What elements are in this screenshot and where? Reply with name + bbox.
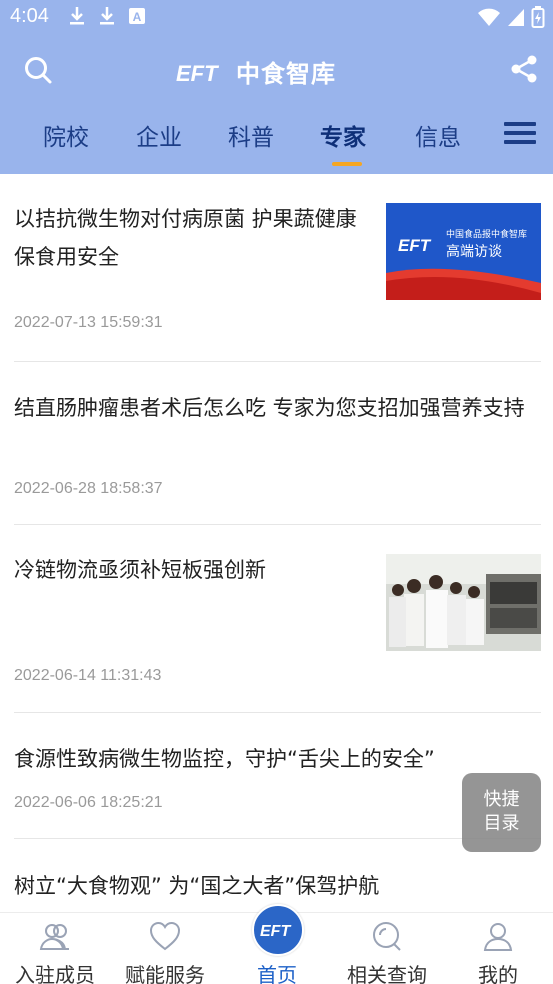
eft-logo-icon: EFT xyxy=(260,923,291,940)
status-notifications: A xyxy=(68,6,146,26)
home-logo-icon[interactable]: EFT xyxy=(252,904,304,956)
article-thumbnail[interactable] xyxy=(386,554,541,651)
banner-line1: 中国食品报中食智库 xyxy=(446,230,528,240)
search-icon xyxy=(25,57,52,84)
divider xyxy=(14,361,541,362)
keyboard-a-icon: A xyxy=(129,8,145,24)
menu-button[interactable] xyxy=(504,122,536,148)
download-icon xyxy=(70,7,84,25)
bottom-nav-label: 相关查询 xyxy=(347,963,427,984)
quick-menu-button[interactable]: 快捷 目录 xyxy=(462,773,541,852)
article-thumbnail[interactable]: EFT 中国食品报中食智库 高端访谈 xyxy=(386,203,541,300)
svg-text:A: A xyxy=(133,10,142,24)
signal-icon xyxy=(508,9,524,26)
tab-experts[interactable]: 专家 xyxy=(320,118,366,152)
eft-logo-icon: EFT xyxy=(176,61,219,85)
wifi-icon xyxy=(478,8,500,26)
download-icon xyxy=(100,7,114,25)
bottom-nav-label: 我的 xyxy=(478,963,518,984)
article-time: 2022-06-28 18:58:37 xyxy=(14,480,163,497)
share-icon xyxy=(511,55,537,83)
banner-line2: 高端访谈 xyxy=(446,244,502,260)
active-tab-indicator xyxy=(332,162,362,166)
bottom-nav-label: 入驻成员 xyxy=(15,963,95,984)
app-header: 4:04 A EFT 中食智库 院校 企业 科普 专家 信息 xyxy=(0,0,553,174)
top-bar: EFT 中食智库 xyxy=(0,44,553,96)
list-item[interactable]: 以拮抗微生物对付病原菌 护果蔬健康保食用安全 2022-07-13 15:59:… xyxy=(14,200,541,331)
bottom-nav-query[interactable]: 相关查询 xyxy=(332,913,442,984)
divider xyxy=(14,712,541,713)
app-logo: EFT 中食智库 xyxy=(176,54,336,89)
tab-colleges[interactable]: 院校 xyxy=(43,118,89,152)
bottom-nav-label: 赋能服务 xyxy=(125,963,205,984)
bottom-nav-label: 首页 xyxy=(257,963,297,984)
svg-text:EFT: EFT xyxy=(260,923,291,940)
status-bar: 4:04 A xyxy=(0,0,553,36)
status-time: 4:04 xyxy=(10,5,49,27)
article-time: 2022-06-06 18:25:21 xyxy=(14,794,163,811)
bottom-nav-profile[interactable]: 我的 xyxy=(443,913,553,984)
list-item[interactable]: 树立“大食物观” 为“国之大者”保驾护航 xyxy=(14,867,541,905)
list-item[interactable]: 结直肠肿瘤患者术后怎么吃 专家为您支招加强营养支持 2022-06-28 18:… xyxy=(14,389,541,497)
heart-icon xyxy=(149,921,181,951)
quick-menu-label-2: 目录 xyxy=(483,813,520,834)
app-title: 中食智库 xyxy=(236,60,336,88)
article-title[interactable]: 以拮抗微生物对付病原菌 护果蔬健康保食用安全 xyxy=(14,200,369,276)
tab-enterprises[interactable]: 企业 xyxy=(136,118,182,152)
lab-photo-image xyxy=(386,554,541,651)
article-title[interactable]: 冷链物流亟须补短板强创新 xyxy=(14,551,369,589)
article-time: 2022-07-13 15:59:31 xyxy=(14,314,163,331)
category-tabs: 院校 企业 科普 专家 信息 xyxy=(0,112,553,168)
article-title[interactable]: 结直肠肿瘤患者术后怎么吃 专家为您支招加强营养支持 xyxy=(14,389,541,427)
bottom-nav-services[interactable]: 赋能服务 xyxy=(110,913,220,984)
divider xyxy=(14,524,541,525)
search-button[interactable] xyxy=(22,54,54,86)
profile-icon xyxy=(483,923,513,951)
list-item[interactable]: 冷链物流亟须补短板强创新 2022-06-14 11:31:43 xyxy=(14,551,541,684)
article-title[interactable]: 食源性致病微生物监控，守护“舌尖上的安全” xyxy=(14,740,541,778)
svg-text:EFT: EFT xyxy=(398,236,432,255)
battery-icon xyxy=(531,6,545,28)
article-time: 2022-06-14 11:31:43 xyxy=(14,667,162,684)
members-icon xyxy=(39,924,69,950)
share-button[interactable] xyxy=(509,54,541,86)
query-icon xyxy=(373,922,401,951)
article-title[interactable]: 树立“大食物观” 为“国之大者”保驾护航 xyxy=(14,867,541,905)
list-item[interactable]: 食源性致病微生物监控，守护“舌尖上的安全” 2022-06-06 18:25:2… xyxy=(14,740,541,811)
svg-text:EFT: EFT xyxy=(176,61,219,85)
tab-information[interactable]: 信息 xyxy=(415,118,461,152)
quick-menu-label-1: 快捷 xyxy=(483,789,520,810)
tab-science[interactable]: 科普 xyxy=(228,118,274,152)
bottom-nav-members[interactable]: 入驻成员 xyxy=(0,913,110,984)
status-system-icons xyxy=(477,6,545,28)
